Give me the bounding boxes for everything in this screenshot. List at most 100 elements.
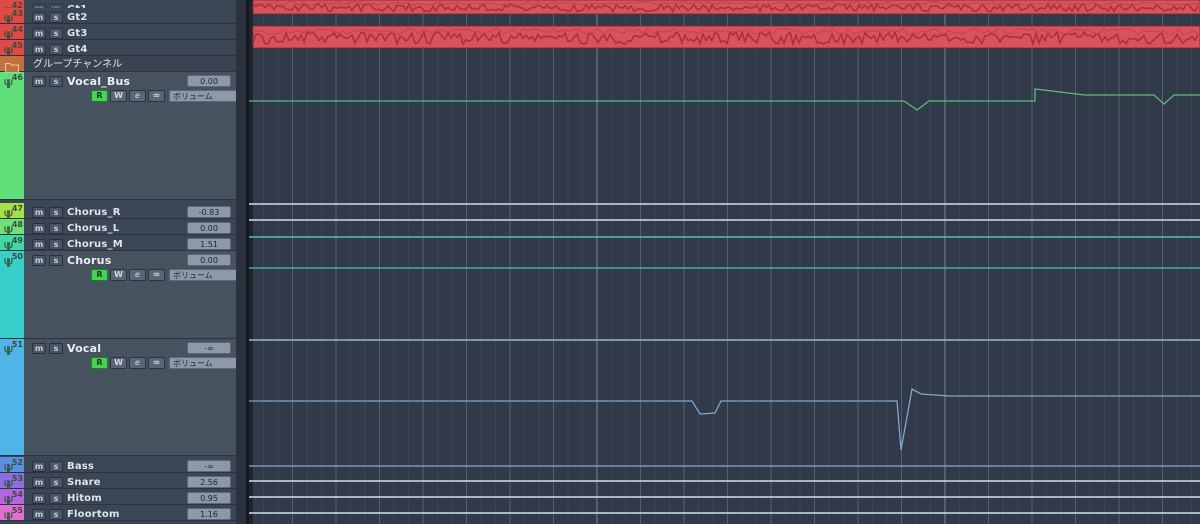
track-volume-value[interactable]: 2.56 [187, 476, 231, 488]
track-body[interactable]: m s Gt2 [24, 8, 249, 23]
track-body[interactable]: m s Chorus_L 0.00 [24, 219, 249, 234]
track-volume-value[interactable]: 0.95 [187, 492, 231, 504]
solo-button[interactable]: s [49, 28, 63, 39]
track-color-strip[interactable]: 48 [0, 219, 24, 235]
track-list-panel[interactable]: 42msGt143msGt244msGt345msGt446msVocal_Bu… [0, 0, 249, 524]
track-color-strip[interactable]: 54 [0, 489, 24, 505]
automation-edit-button[interactable]: e [129, 90, 146, 102]
arrange-canvas[interactable] [249, 0, 1200, 524]
track-row[interactable]: 48 m s Chorus_L 0.00 [0, 219, 249, 235]
automation-curve[interactable] [249, 267, 1200, 313]
mute-button[interactable]: m [32, 343, 46, 354]
track-name[interactable]: Vocal [67, 340, 101, 357]
track-color-strip[interactable]: 45 [0, 40, 24, 56]
automation-write-button[interactable]: W [110, 90, 127, 102]
automation-edit-button[interactable]: e [129, 357, 146, 369]
track-volume-value[interactable]: -∞ [187, 460, 231, 472]
automation-curve[interactable] [249, 387, 1200, 451]
track-row[interactable]: 52 m s Bass -∞ [0, 457, 249, 473]
automation-read-button[interactable]: R [91, 269, 108, 281]
track-volume-value[interactable]: -0.83 [187, 206, 231, 218]
track-body[interactable]: m s Snare 2.56 [24, 473, 249, 488]
solo-button[interactable]: s [49, 477, 63, 488]
mute-button[interactable]: m [32, 239, 46, 250]
mute-button[interactable]: m [32, 493, 46, 504]
track-color-strip[interactable]: 50 [0, 251, 24, 338]
track-row[interactable]: 43 m s Gt2 [0, 8, 249, 24]
automation-subrow[interactable]: R We ∞ ボリューム [24, 269, 249, 283]
solo-button[interactable]: s [49, 255, 63, 266]
track-color-strip[interactable]: 53 [0, 473, 24, 489]
track-name[interactable]: Vocal_Bus [67, 73, 130, 90]
track-volume-value[interactable]: 1.51 [187, 238, 231, 250]
track-row[interactable]: 55 m s Floortom 1.16 [0, 505, 249, 521]
track-body[interactable]: m s Chorus_M 1.51 [24, 235, 249, 250]
mute-button[interactable]: m [32, 28, 46, 39]
mute-button[interactable]: m [32, 76, 46, 87]
solo-button[interactable]: s [49, 207, 63, 218]
track-color-strip[interactable]: 43 [0, 8, 24, 24]
track-body[interactable]: m s Floortom 1.16 [24, 505, 249, 520]
solo-button[interactable]: s [49, 461, 63, 472]
track-name[interactable]: Floortom [67, 506, 120, 523]
automation-edit-button[interactable]: e [129, 269, 146, 281]
automation-read-button[interactable]: R [91, 357, 108, 369]
track-color-strip[interactable]: 52 [0, 457, 24, 473]
track-row[interactable]: 53 m s Snare 2.56 [0, 473, 249, 489]
track-color-strip[interactable]: 47 [0, 203, 24, 219]
track-color-strip[interactable]: 46 [0, 72, 24, 199]
track-body[interactable]: m s Vocal_Bus 0.00 R We ∞ ボリューム [24, 72, 249, 199]
track-color-strip[interactable]: 49 [0, 235, 24, 251]
mute-button[interactable]: m [32, 223, 46, 234]
track-volume-value[interactable]: 1.16 [187, 508, 231, 520]
mute-button[interactable]: m [32, 12, 46, 23]
automation-link-button[interactable]: ∞ [148, 269, 165, 281]
folder-icon[interactable] [4, 58, 20, 73]
audio-clip[interactable] [252, 0, 1200, 15]
track-volume-value[interactable]: -∞ [187, 342, 231, 354]
solo-button[interactable]: s [49, 44, 63, 55]
track-row[interactable]: 44 m s Gt3 [0, 24, 249, 40]
mute-button[interactable]: m [32, 44, 46, 55]
track-color-strip[interactable]: 51 [0, 339, 24, 455]
mute-button[interactable]: m [32, 477, 46, 488]
solo-button[interactable]: s [49, 493, 63, 504]
automation-link-button[interactable]: ∞ [148, 357, 165, 369]
track-row[interactable]: 51 m s Vocal -∞ R We ∞ ボリューム [0, 339, 249, 456]
solo-button[interactable]: s [49, 239, 63, 250]
automation-curve[interactable] [249, 88, 1200, 111]
automation-write-button[interactable]: W [110, 357, 127, 369]
track-body[interactable]: m s Vocal -∞ R We ∞ ボリューム [24, 339, 249, 455]
mute-button[interactable]: m [32, 207, 46, 218]
solo-button[interactable]: s [49, 12, 63, 23]
mute-button[interactable]: m [32, 509, 46, 520]
solo-button[interactable]: s [49, 76, 63, 87]
automation-read-button[interactable]: R [91, 90, 108, 102]
group-channel-folder-row[interactable]: グループチャンネル [0, 56, 249, 73]
automation-link-button[interactable]: ∞ [148, 90, 165, 102]
track-volume-value[interactable]: 0.00 [187, 254, 231, 266]
mute-button[interactable]: m [32, 461, 46, 472]
automation-subrow[interactable]: R We ∞ ボリューム [24, 357, 249, 371]
track-row[interactable]: 47 m s Chorus_R -0.83 [0, 203, 249, 219]
track-body[interactable]: m s Chorus 0.00 R We ∞ ボリューム [24, 251, 249, 338]
track-body[interactable]: m s Bass -∞ [24, 457, 249, 472]
track-row[interactable]: 50 m s Chorus 0.00 R We ∞ ボリューム [0, 251, 249, 339]
track-body[interactable]: m s Gt4 [24, 40, 249, 55]
automation-write-button[interactable]: W [110, 269, 127, 281]
track-body[interactable]: m s Hitom 0.95 [24, 489, 249, 504]
solo-button[interactable]: s [49, 223, 63, 234]
track-row[interactable]: 46 m s Vocal_Bus 0.00 R We ∞ ボリューム [0, 72, 249, 200]
track-row[interactable]: 49 m s Chorus_M 1.51 [0, 235, 249, 251]
track-row[interactable]: 54 m s Hitom 0.95 [0, 489, 249, 505]
track-body[interactable]: m s Chorus_R -0.83 [24, 203, 249, 218]
track-volume-value[interactable]: 0.00 [187, 75, 231, 87]
automation-subrow[interactable]: R We ∞ ボリューム [24, 90, 249, 104]
audio-clip[interactable] [252, 25, 1200, 49]
track-color-strip[interactable]: 55 [0, 505, 24, 521]
track-row[interactable]: 45 m s Gt4 [0, 40, 249, 56]
track-volume-value[interactable]: 0.00 [187, 222, 231, 234]
track-body[interactable]: m s Gt3 [24, 24, 249, 39]
solo-button[interactable]: s [49, 509, 63, 520]
solo-button[interactable]: s [49, 343, 63, 354]
